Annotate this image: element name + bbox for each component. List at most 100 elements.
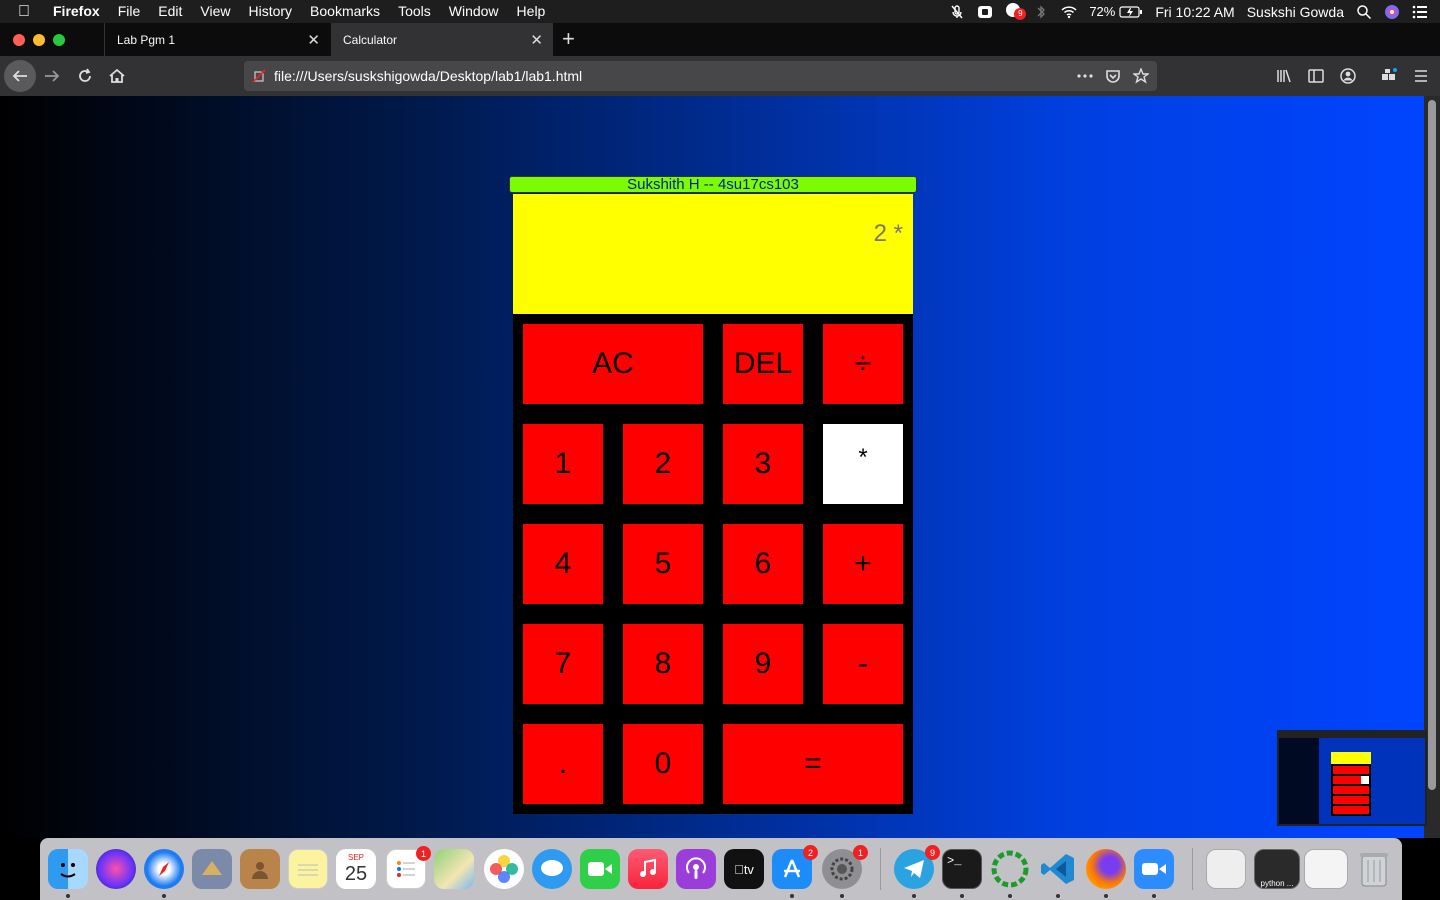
app-store-icon[interactable]: 2 — [772, 845, 818, 889]
tab-close-icon[interactable]: ✕ — [530, 31, 543, 49]
tab-lab-pgm-1[interactable]: Lab Pgm 1 ✕ — [104, 23, 330, 56]
scrollbar-thumb[interactable] — [1428, 100, 1436, 790]
menu-window[interactable]: Window — [440, 0, 508, 23]
decimal-point-button[interactable]: . — [523, 724, 603, 804]
page-scrollbar[interactable] — [1424, 96, 1440, 838]
podcasts-icon[interactable] — [676, 849, 716, 889]
menu-tools[interactable]: Tools — [389, 0, 440, 23]
reminders-badge: 1 — [416, 846, 431, 861]
app-menu[interactable]: Firefox — [44, 0, 109, 23]
apple-tv-icon[interactable]: tv — [724, 849, 764, 889]
safari-icon[interactable] — [144, 849, 184, 889]
digit-2-button[interactable]: 2 — [623, 424, 703, 504]
vscode-icon[interactable] — [1038, 849, 1078, 889]
digit-6-button[interactable]: 6 — [723, 524, 803, 604]
menu-history[interactable]: History — [239, 0, 301, 23]
digit-0-button[interactable]: 0 — [623, 724, 703, 804]
bluetooth-icon[interactable] — [1033, 4, 1049, 20]
back-arrow-icon — [12, 70, 27, 82]
digit-7-button[interactable]: 7 — [523, 624, 603, 704]
delete-button[interactable]: DEL — [723, 324, 803, 404]
account-icon[interactable] — [1340, 68, 1356, 84]
photos-icon[interactable] — [484, 849, 524, 889]
app-store-badge: 2 — [803, 845, 818, 860]
digit-8-button[interactable]: 8 — [623, 624, 703, 704]
calendar-icon[interactable]: SEP 25 — [336, 849, 376, 889]
battery-charging-icon[interactable] — [1119, 4, 1143, 20]
digit-1-button[interactable]: 1 — [523, 424, 603, 504]
plus-button[interactable]: + — [823, 524, 903, 604]
microphone-off-icon[interactable] — [949, 4, 965, 20]
pocket-icon[interactable] — [1105, 68, 1121, 84]
firefox-icon[interactable] — [1086, 849, 1126, 889]
forward-button[interactable] — [36, 60, 68, 92]
system-preferences-icon[interactable]: 1 — [822, 845, 868, 889]
tab-strip: Lab Pgm 1 ✕ Calculator ✕ + — [0, 23, 1440, 56]
finder-icon[interactable] — [48, 849, 88, 889]
url-text[interactable]: file:///Users/suskshigowda/Desktop/lab1/… — [274, 68, 582, 84]
menubar-clock[interactable]: Fri 10:22 AM — [1155, 4, 1234, 20]
menu-edit[interactable]: Edit — [149, 0, 191, 23]
contacts-icon[interactable] — [240, 849, 280, 889]
tab-calculator[interactable]: Calculator ✕ — [331, 23, 553, 56]
minimized-window-thumbnail[interactable] — [1304, 849, 1348, 889]
screenshot-thumbnail-preview[interactable] — [1277, 730, 1427, 826]
apple-menu-icon[interactable]:  — [0, 0, 44, 23]
spotlight-search-icon[interactable] — [1356, 4, 1372, 20]
messages-icon[interactable] — [532, 849, 572, 889]
facetime-icon[interactable] — [580, 849, 620, 889]
siri-icon[interactable] — [1384, 4, 1400, 20]
home-button[interactable] — [101, 60, 133, 92]
digit-4-button[interactable]: 4 — [523, 524, 603, 604]
bookmark-star-icon[interactable] — [1133, 68, 1149, 84]
notes-icon[interactable] — [288, 849, 328, 889]
notification-center-icon[interactable] — [1412, 4, 1428, 20]
maps-icon[interactable] — [434, 849, 474, 889]
url-bar[interactable]: file:///Users/suskshigowda/Desktop/lab1/… — [244, 61, 1157, 91]
new-tab-plus-icon[interactable]: + — [562, 26, 575, 52]
calculator-title: Sukshith H -- 4su17cs103 — [509, 176, 917, 193]
telegram-icon[interactable]: 9 — [894, 845, 940, 889]
sidebar-icon[interactable] — [1308, 68, 1324, 84]
zoom-icon[interactable] — [1134, 849, 1174, 889]
multiply-button[interactable]: * — [823, 424, 903, 504]
back-button[interactable] — [4, 60, 36, 92]
menu-file[interactable]: File — [109, 0, 150, 23]
window-minimize-button[interactable] — [33, 34, 45, 46]
documents-stack-icon[interactable] — [1206, 849, 1246, 889]
divide-button[interactable]: ÷ — [823, 324, 903, 404]
library-icon[interactable] — [1276, 68, 1292, 84]
digit-9-button[interactable]: 9 — [723, 624, 803, 704]
page-actions-icon[interactable] — [1076, 69, 1094, 83]
activity-ring-app-icon[interactable] — [990, 849, 1030, 889]
python-window-thumbnail[interactable]: python ... — [1254, 849, 1300, 889]
trash-icon[interactable] — [1354, 849, 1394, 889]
extensions-icon[interactable] — [1381, 68, 1397, 84]
system-preferences-badge: 1 — [853, 845, 868, 860]
equals-button[interactable]: = — [723, 724, 903, 804]
reload-button[interactable] — [69, 60, 101, 92]
reminders-icon[interactable]: 1 — [386, 846, 431, 889]
mail-icon[interactable] — [192, 849, 232, 889]
siri-app-icon[interactable] — [96, 849, 136, 889]
window-zoom-button[interactable] — [53, 34, 65, 46]
tab-label: Lab Pgm 1 — [117, 32, 176, 47]
calculator-display: 2 * — [513, 194, 913, 314]
digit-5-button[interactable]: 5 — [623, 524, 703, 604]
window-close-button[interactable] — [13, 34, 25, 46]
menu-view[interactable]: View — [191, 0, 239, 23]
minus-button[interactable]: - — [823, 624, 903, 704]
digit-3-button[interactable]: 3 — [723, 424, 803, 504]
menu-help[interactable]: Help — [508, 0, 555, 23]
menu-bookmarks[interactable]: Bookmarks — [301, 0, 389, 23]
screen-record-icon[interactable] — [977, 4, 993, 20]
wifi-icon[interactable] — [1061, 4, 1077, 20]
menubar-user[interactable]: Suskshi Gowda — [1247, 4, 1344, 20]
terminal-icon[interactable]: >_ — [942, 849, 982, 889]
music-icon[interactable] — [628, 849, 668, 889]
tab-close-icon[interactable]: ✕ — [307, 31, 320, 49]
hamburger-menu-icon[interactable] — [1413, 68, 1429, 84]
notification-app-icon[interactable]: 9 — [1005, 2, 1027, 21]
clear-all-button[interactable]: AC — [523, 324, 703, 404]
insecure-page-icon[interactable] — [252, 69, 266, 83]
